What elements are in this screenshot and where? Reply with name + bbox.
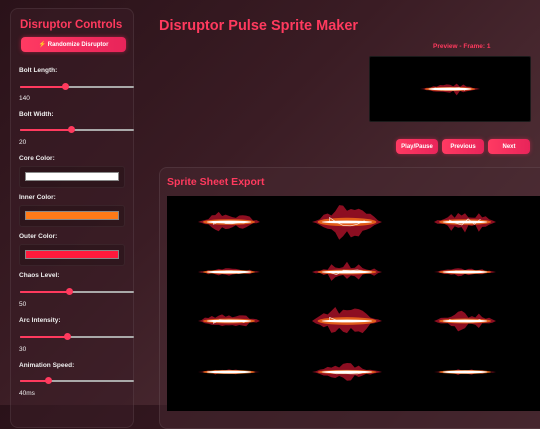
randomize-disruptor-button[interactable]: ⚡ Randomize Disruptor <box>21 37 126 52</box>
sprite-frame <box>434 268 496 277</box>
chaos-level-label: Chaos Level: <box>19 272 60 279</box>
bolt-width-value: 20 <box>19 139 27 146</box>
bolt-width-slider[interactable] <box>20 126 134 134</box>
bolt-length-label: Bolt Length: <box>19 67 58 74</box>
animation-speed-label: Animation Speed: <box>19 362 75 369</box>
sprite-sheet-title: Sprite Sheet Export <box>167 176 265 188</box>
core-color-label: Core Color: <box>19 155 55 162</box>
sprite-frame <box>434 369 496 375</box>
previous-button[interactable]: Previous <box>442 139 484 154</box>
inner-color-swatch[interactable] <box>25 211 119 220</box>
core-color-swatch[interactable] <box>25 172 119 181</box>
chaos-level-thumb[interactable] <box>65 288 73 295</box>
bolt-length-slider[interactable] <box>20 83 134 91</box>
sprite-frame <box>312 307 382 334</box>
sprite-frame <box>434 310 496 332</box>
animation-speed-thumb[interactable] <box>45 377 52 384</box>
bolt-width-thumb[interactable] <box>67 126 75 133</box>
sidebar-title: Disruptor Controls <box>20 19 123 31</box>
preview-bolt <box>420 83 480 96</box>
sprite-frame <box>434 213 496 233</box>
outer-color-picker[interactable] <box>19 244 125 266</box>
bolt-length-thumb[interactable] <box>62 83 70 90</box>
preview-canvas <box>369 56 531 122</box>
arc-intensity-value: 30 <box>19 346 27 353</box>
arc-intensity-thumb[interactable] <box>64 333 72 340</box>
inner-color-picker[interactable] <box>19 205 125 227</box>
arc-intensity-slider[interactable] <box>20 333 134 341</box>
sprite-frame <box>198 369 260 375</box>
arc-intensity-label: Arc Intensity: <box>19 317 61 324</box>
chaos-level-slider[interactable] <box>20 288 134 296</box>
sprite-frame <box>198 314 260 327</box>
sprite-frame <box>312 205 382 240</box>
sprite-frame <box>312 363 382 381</box>
sprite-sheet-canvas <box>167 196 540 411</box>
sprite-frame <box>312 261 382 281</box>
outer-color-swatch[interactable] <box>25 250 119 259</box>
animation-speed-value: 40ms <box>19 390 35 397</box>
sprite-frame <box>198 268 260 276</box>
sprite-frame <box>198 211 260 232</box>
preview-frame-label: Preview - Frame: 1 <box>433 43 491 50</box>
bolt-length-value: 140 <box>19 95 30 102</box>
chaos-level-value: 50 <box>19 301 27 308</box>
core-color-picker[interactable] <box>19 166 125 188</box>
animation-speed-slider[interactable] <box>20 377 134 385</box>
sprite-sheet-frames <box>198 205 496 381</box>
inner-color-label: Inner Color: <box>19 194 56 201</box>
play-pause-button[interactable]: Play/Pause <box>396 139 438 154</box>
page-title: Disruptor Pulse Sprite Maker <box>159 18 359 34</box>
next-button[interactable]: Next <box>488 139 530 154</box>
outer-color-label: Outer Color: <box>19 233 58 240</box>
bolt-width-label: Bolt Width: <box>19 111 54 118</box>
